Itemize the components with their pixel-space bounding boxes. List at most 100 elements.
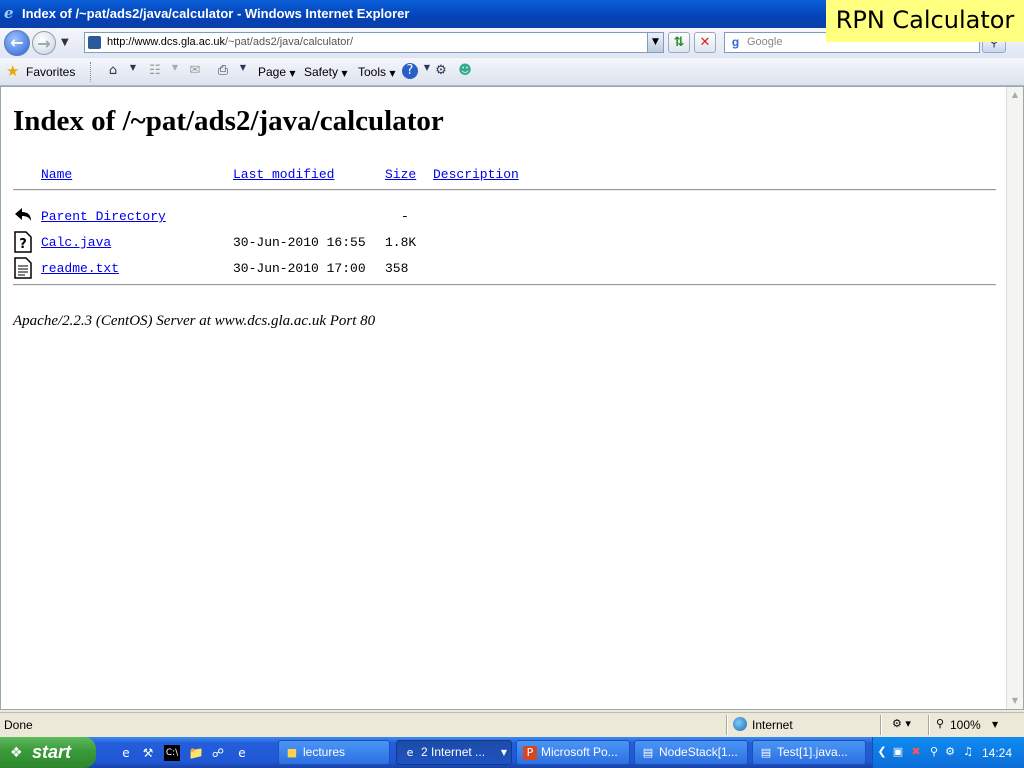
column-header-description[interactable]: Description [433, 167, 519, 182]
zoom-dropdown-icon[interactable]: ▼ [992, 717, 998, 733]
system-tray: ❮ ▣ ✖ ⚲ ⚙ ♫ 14:24 [872, 737, 1024, 768]
refresh-button[interactable]: ⇅ [668, 32, 690, 53]
recent-pages-dropdown[interactable]: ▼ [61, 34, 73, 52]
tools-menu[interactable]: Tools ▼ [358, 64, 396, 80]
status-text: Done [4, 718, 33, 732]
file-size: 1.8K [385, 235, 417, 250]
quicklaunch-folder-icon[interactable]: 📁 [188, 745, 204, 761]
stop-icon: ✕ [699, 35, 711, 50]
scroll-up-icon[interactable]: ▲ [1007, 87, 1023, 103]
quicklaunch-cmd-icon[interactable]: C:\ [164, 745, 180, 761]
windows-flag-icon: ❖ [10, 745, 23, 761]
page-title: Index of /~pat/ads2/java/calculator [13, 105, 444, 137]
chevron-down-icon: ▼ [61, 37, 69, 48]
tray-volume-icon[interactable]: ♫ [961, 745, 975, 759]
mail-icon[interactable]: ✉ [186, 63, 204, 79]
feeds-icon[interactable]: ☷ [146, 63, 164, 79]
unknown-file-icon: ? [14, 231, 32, 253]
protected-mode-icon[interactable]: ⚙ ▾ [892, 717, 911, 730]
status-divider [880, 715, 882, 735]
feeds-dropdown-icon[interactable]: ▼ [166, 63, 184, 79]
page-menu[interactable]: Page ▼ [258, 64, 296, 80]
address-url: http://www.dcs.gla.ac.uk/~pat/ads2/java/… [107, 33, 353, 52]
security-zone[interactable]: Internet [752, 717, 793, 733]
status-divider [726, 715, 728, 735]
slide-overlay-label: RPN Calculator [826, 0, 1024, 42]
file-link-parent-directory[interactable]: Parent Directory [41, 209, 166, 224]
file-size: 358 [385, 261, 409, 276]
file-link-readme-txt[interactable]: readme.txt [41, 261, 119, 276]
start-button[interactable]: ❖ start [0, 737, 96, 768]
window-title: Index of /~pat/ads2/java/calculator - Wi… [22, 6, 410, 21]
address-input[interactable]: http://www.dcs.gla.ac.uk/~pat/ads2/java/… [84, 32, 664, 53]
tray-search-icon[interactable]: ⚲ [927, 745, 941, 759]
messenger-icon[interactable]: ☻ [456, 63, 474, 79]
task-powerpoint[interactable]: P Microsoft Po... [516, 740, 630, 765]
google-logo-icon: g [731, 35, 740, 49]
address-dropdown[interactable]: ▼ [647, 33, 663, 52]
status-divider [928, 715, 930, 735]
footer-rule [13, 284, 996, 286]
powerpoint-icon: P [523, 746, 537, 760]
print-icon[interactable]: ⎙ [214, 63, 232, 79]
site-favicon-icon [88, 36, 101, 49]
column-header-size[interactable]: Size [385, 167, 416, 182]
research-icon[interactable]: ⚙ [432, 63, 450, 79]
stop-button[interactable]: ✕ [694, 32, 716, 53]
tray-disconnected-icon[interactable]: ✖ [909, 745, 923, 759]
tray-update-icon[interactable]: ⚙ [943, 745, 957, 759]
url-path: /~pat/ads2/java/calculator/ [225, 36, 354, 48]
tray-expand-icon[interactable]: ❮ [875, 745, 889, 759]
home-dropdown-icon[interactable]: ▼ [124, 63, 142, 79]
home-icon[interactable]: ⌂ [104, 63, 122, 79]
file-modified: 30-Jun-2010 16:55 [233, 235, 366, 250]
task-lectures[interactable]: ■ lectures [278, 740, 390, 765]
task-internet-explorer[interactable]: e 2 Internet ... ▼ [396, 740, 512, 765]
header-rule [13, 189, 996, 191]
file-link-calc-java[interactable]: Calc.java [41, 235, 111, 250]
table-row: readme.txt 30-Jun-2010 17:00 358 [13, 257, 996, 283]
server-signature: Apache/2.2.3 (CentOS) Server at www.dcs.… [13, 313, 376, 329]
ie-icon: e [406, 746, 414, 759]
clock[interactable]: 14:24 [982, 745, 1012, 761]
scroll-down-icon[interactable]: ▼ [1007, 693, 1023, 709]
file-size: - [401, 209, 409, 224]
column-header-last-modified[interactable]: Last modified [233, 167, 334, 182]
start-label: start [32, 742, 72, 762]
print-dropdown-icon[interactable]: ▼ [234, 63, 252, 79]
quicklaunch-tool-icon[interactable]: ⚒ [140, 745, 156, 761]
column-header-name[interactable]: Name [41, 167, 72, 182]
favorites-button[interactable]: Favorites [26, 64, 75, 80]
zoom-level[interactable]: 100% [950, 717, 981, 733]
table-row: Parent Directory - [13, 208, 996, 231]
forward-button[interactable]: → [32, 31, 56, 55]
text-file-icon [14, 257, 32, 279]
favorites-star-icon: ★ [6, 62, 20, 80]
table-row: ? Calc.java 30-Jun-2010 16:55 1.8K [13, 231, 996, 257]
task-group-dropdown-icon: ▼ [500, 748, 507, 757]
status-bar: Done Internet ⚙ ▾ ⚲ 100% ▼ [0, 712, 1024, 736]
quicklaunch-ie-icon[interactable]: e [118, 745, 134, 761]
task-nodestack[interactable]: ▤ NodeStack[1... [634, 740, 748, 765]
forward-arrow-icon: → [37, 34, 51, 53]
help-icon[interactable]: ? [402, 63, 418, 79]
task-test-java[interactable]: ▤ Test[1].java... [752, 740, 866, 765]
quicklaunch-network-icon[interactable]: ☍ [210, 745, 226, 761]
back-arrow-icon [15, 208, 31, 221]
command-bar: ★ Favorites ⌂ ▼ ☷ ▼ ✉ ⎙ ▼ Page ▼ Safety … [0, 58, 1024, 86]
tray-network-icon[interactable]: ▣ [891, 745, 905, 759]
vertical-scrollbar[interactable]: ▲ ▼ [1006, 87, 1023, 709]
svg-text:?: ? [19, 237, 27, 252]
refresh-icon: ⇅ [673, 35, 685, 50]
notepad-icon: ▤ [642, 746, 654, 759]
zoom-icon: ⚲ [936, 717, 945, 730]
back-arrow-icon: ← [10, 33, 24, 52]
page-viewport[interactable]: Index of /~pat/ads2/java/calculator Name… [0, 86, 1024, 710]
search-placeholder: Google [747, 36, 783, 48]
toolbar-separator [90, 62, 92, 82]
safety-menu[interactable]: Safety ▼ [304, 64, 348, 80]
back-button[interactable]: ← [4, 30, 30, 56]
folder-icon: ■ [286, 746, 298, 759]
url-host: http://www.dcs.gla.ac.uk [107, 36, 225, 48]
quicklaunch-ie2-icon[interactable]: e [234, 745, 250, 761]
